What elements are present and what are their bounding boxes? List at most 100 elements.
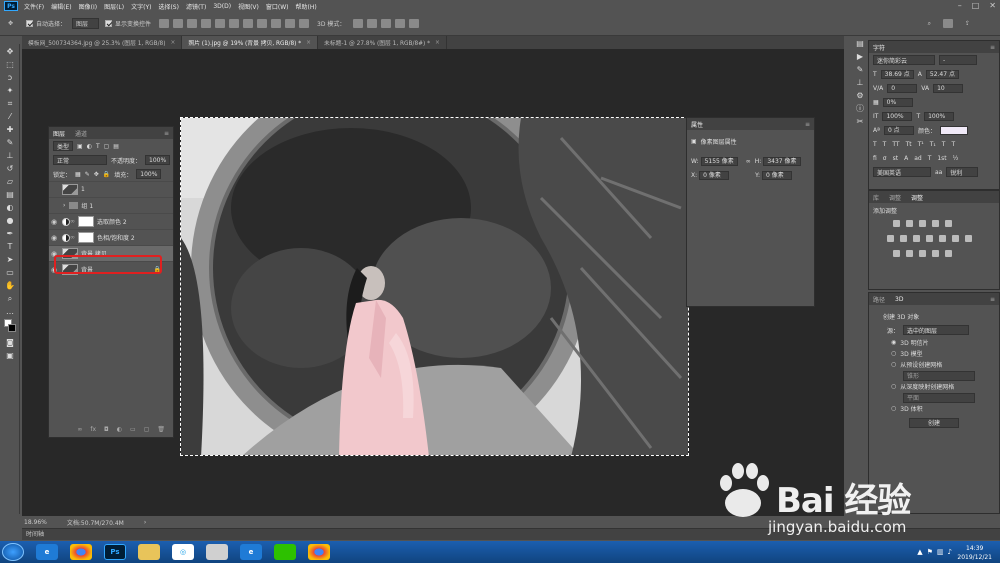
hand-tool-icon[interactable]: ✋: [4, 280, 16, 291]
exposure-icon[interactable]: [931, 220, 939, 227]
network-icon[interactable]: ▥: [937, 548, 944, 556]
panel-menu-icon[interactable]: ≡: [805, 121, 810, 128]
menu-help[interactable]: 帮助(H): [296, 2, 317, 11]
move-tool-icon[interactable]: ✥: [4, 46, 16, 57]
show-transform-checkbox[interactable]: 显示变换控件: [105, 17, 151, 31]
roll-icon[interactable]: [367, 19, 378, 28]
filter-adjust-icon[interactable]: ◐: [87, 143, 92, 150]
layer-row[interactable]: › 组 1: [49, 197, 173, 213]
layer-row[interactable]: 1: [49, 181, 173, 197]
distribute-3-icon[interactable]: [271, 19, 282, 28]
leading-field[interactable]: 52.47 点: [925, 69, 959, 79]
minimize-icon[interactable]: –: [958, 1, 962, 10]
chevron-right-icon[interactable]: ›: [144, 519, 146, 526]
qq-icon[interactable]: [206, 544, 228, 560]
filter-shape-icon[interactable]: ▢: [104, 143, 110, 150]
blur-tool-icon[interactable]: ◐: [4, 202, 16, 213]
move-tool-icon[interactable]: ✥: [8, 17, 20, 31]
scale-field[interactable]: 0%: [882, 97, 913, 107]
faux-italic-icon[interactable]: T: [883, 141, 887, 148]
pen-tool-icon[interactable]: ✒: [4, 228, 16, 239]
align-icons[interactable]: [157, 17, 311, 31]
filter-type-icon[interactable]: T: [96, 143, 100, 150]
radio-selected-icon[interactable]: ◉: [891, 339, 896, 346]
tray-2-icon[interactable]: ⚑: [927, 548, 933, 556]
option-depth-mesh[interactable]: ○ 从深度映射创建网格: [869, 381, 999, 392]
threshold-icon[interactable]: [918, 250, 926, 257]
distribute-icon[interactable]: [243, 19, 254, 28]
radio-icon[interactable]: ○: [891, 405, 896, 412]
orbit-icon[interactable]: [353, 19, 364, 28]
color-balance-icon[interactable]: [899, 235, 907, 242]
tab-adjust[interactable]: 调整: [889, 193, 901, 202]
clone-source-icon[interactable]: ⊥: [854, 77, 866, 88]
slide-icon[interactable]: [395, 19, 406, 28]
new-group-icon[interactable]: ▭: [130, 426, 136, 433]
lasso-tool-icon[interactable]: ↄ: [4, 72, 16, 83]
align-middle-icon[interactable]: [215, 19, 226, 28]
align-top-icon[interactable]: [201, 19, 212, 28]
ot-6-icon[interactable]: 1st: [937, 155, 946, 162]
link-icon[interactable]: ∞: [746, 158, 751, 165]
tab-doc-3[interactable]: 未标题-1 @ 27.8% (图层 1, RGB/8#) * ×: [318, 36, 447, 49]
tab-channels[interactable]: 通道: [75, 129, 87, 138]
chrome-icon[interactable]: [70, 544, 92, 560]
eyedropper-tool-icon[interactable]: ⁄: [4, 111, 16, 122]
all-caps-icon[interactable]: TT: [892, 141, 899, 148]
baseline-field[interactable]: 0 点: [883, 125, 914, 135]
option-postcard[interactable]: ◉ 3D 明信片: [869, 337, 999, 348]
menu-3d[interactable]: 3D(D): [213, 3, 231, 10]
close-icon[interactable]: ×: [306, 40, 311, 46]
align-right-icon[interactable]: [187, 19, 198, 28]
document-image[interactable]: [180, 117, 689, 456]
scale-icon[interactable]: [409, 19, 420, 28]
info-icon[interactable]: ⓘ: [854, 103, 866, 114]
workspace-icon[interactable]: [942, 19, 953, 28]
auto-select-checkbox[interactable]: 自动选择：: [26, 17, 66, 31]
text-color-swatch[interactable]: [939, 125, 968, 135]
ot-2-icon[interactable]: st: [893, 155, 898, 162]
properties-icon[interactable]: ⚙: [854, 90, 866, 101]
posterize-icon[interactable]: [905, 250, 913, 257]
tools-icon[interactable]: ✂: [854, 116, 866, 127]
zoom-tool-icon[interactable]: ⌕: [4, 293, 16, 304]
radio-icon[interactable]: ○: [891, 350, 896, 357]
menu-view[interactable]: 视图(V): [238, 2, 259, 11]
hue-saturation-icon[interactable]: [887, 235, 894, 242]
menu-select[interactable]: 选择(S): [158, 2, 179, 11]
folder-icon[interactable]: [138, 544, 160, 560]
tab-paths[interactable]: 路径: [873, 295, 885, 304]
maximize-icon[interactable]: □: [972, 1, 980, 10]
fx-icon[interactable]: fx: [90, 426, 96, 433]
system-clock[interactable]: 14:39 2019/12/21: [957, 544, 992, 562]
menu-image[interactable]: 图像(I): [79, 2, 97, 11]
option-model[interactable]: ○ 3D 模型: [869, 348, 999, 359]
color-swatch-icon[interactable]: [4, 319, 16, 335]
y-field[interactable]: 0 像素: [762, 170, 793, 180]
ot-4-icon[interactable]: ad: [914, 155, 922, 162]
antialias-dropdown[interactable]: 锐利: [946, 167, 979, 177]
pan-icon[interactable]: [381, 19, 392, 28]
curves-icon[interactable]: [918, 220, 926, 227]
close-icon[interactable]: ×: [435, 40, 440, 46]
tab-layers[interactable]: 图层: [53, 129, 65, 138]
new-adjustment-icon[interactable]: ◐: [117, 426, 122, 433]
type-tool-icon[interactable]: T: [4, 241, 16, 252]
font-style-dropdown[interactable]: -: [939, 55, 977, 65]
levels-icon[interactable]: [905, 220, 913, 227]
option-volume[interactable]: ○ 3D 体积: [869, 403, 999, 414]
brush-tool-icon[interactable]: ✎: [4, 137, 16, 148]
channel-mixer-icon[interactable]: [938, 235, 946, 242]
option-preset-mesh[interactable]: ○ 从预设创建网格: [869, 359, 999, 370]
blend-mode-dropdown[interactable]: 正常: [53, 155, 107, 165]
actions-icon[interactable]: ▶: [854, 51, 866, 62]
crop-tool-icon[interactable]: ⌗: [4, 98, 16, 109]
font-size-field[interactable]: 38.69 点: [880, 69, 914, 79]
align-left-icon[interactable]: [159, 19, 170, 28]
layer-filter-dropdown[interactable]: 类型: [53, 141, 74, 151]
filter-smart-icon[interactable]: ▤: [113, 143, 119, 150]
magic-wand-tool-icon[interactable]: ✦: [4, 85, 16, 96]
baidu-netdisk-icon[interactable]: ◎: [172, 544, 194, 560]
eye-icon[interactable]: ◉: [49, 234, 59, 242]
volume-icon[interactable]: ♪: [948, 548, 952, 556]
